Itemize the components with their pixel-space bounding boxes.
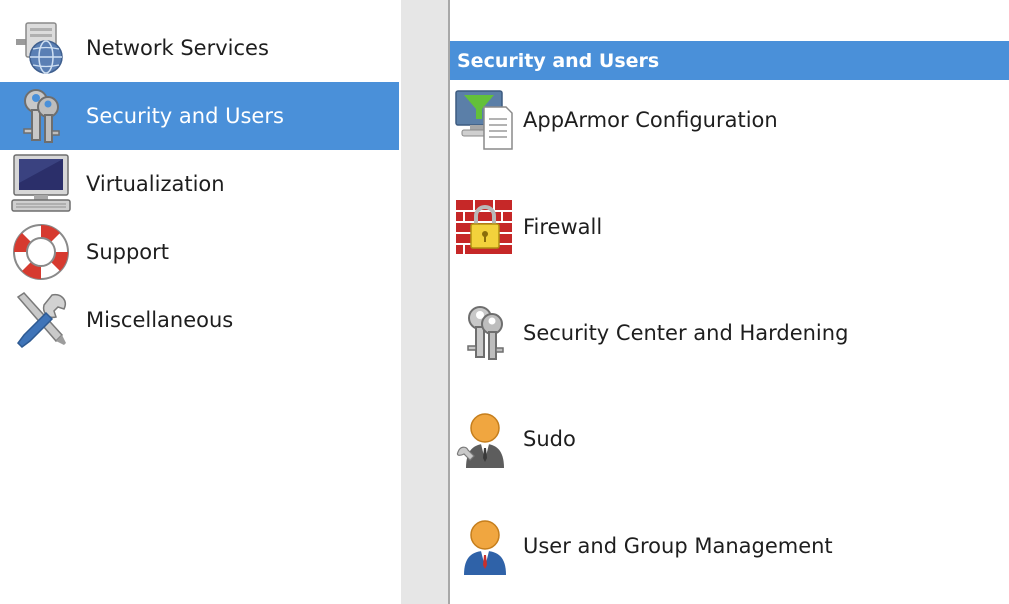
module-firewall[interactable]: Firewall (450, 193, 1009, 261)
category-virtualization[interactable]: Virtualization (0, 150, 399, 218)
user-icon (454, 515, 516, 577)
module-sudo[interactable]: Sudo (450, 405, 1009, 473)
category-network-services[interactable]: Network Services (0, 14, 399, 82)
module-list: Security and Users AppArmor Configuratio… (450, 0, 1009, 604)
category-label: Support (86, 240, 170, 264)
category-label: Virtualization (86, 172, 225, 196)
category-label: Network Services (86, 36, 269, 60)
category-label: Miscellaneous (86, 308, 234, 332)
keys-icon (454, 302, 516, 364)
computer-monitor-icon (10, 153, 72, 215)
firewall-lock-icon (454, 196, 516, 258)
category-support[interactable]: Support (0, 218, 399, 286)
pane-splitter[interactable] (401, 0, 450, 604)
module-label: Sudo (523, 427, 576, 451)
group-header: Security and Users (450, 41, 1009, 80)
keys-icon (10, 85, 72, 147)
module-label: Firewall (523, 215, 603, 239)
tools-icon (10, 289, 72, 351)
network-globe-icon (10, 17, 72, 79)
category-miscellaneous[interactable]: Miscellaneous (0, 286, 399, 354)
yast-control-center: Network Services Security and Users Virt… (0, 0, 1009, 604)
module-label: AppArmor Configuration (523, 108, 778, 132)
sudo-user-icon (454, 408, 516, 470)
module-user-and-group-management[interactable]: User and Group Management (450, 512, 1009, 580)
module-security-center-and-hardening[interactable]: Security Center and Hardening (450, 299, 1009, 367)
module-apparmor-configuration[interactable]: AppArmor Configuration (450, 86, 1009, 154)
lifebuoy-icon (10, 221, 72, 283)
module-label: Security Center and Hardening (523, 321, 849, 345)
apparmor-icon (454, 89, 516, 151)
module-label: User and Group Management (523, 534, 833, 558)
category-label: Security and Users (86, 104, 284, 128)
category-security-and-users[interactable]: Security and Users (0, 82, 399, 150)
category-list: Network Services Security and Users Virt… (0, 0, 401, 604)
